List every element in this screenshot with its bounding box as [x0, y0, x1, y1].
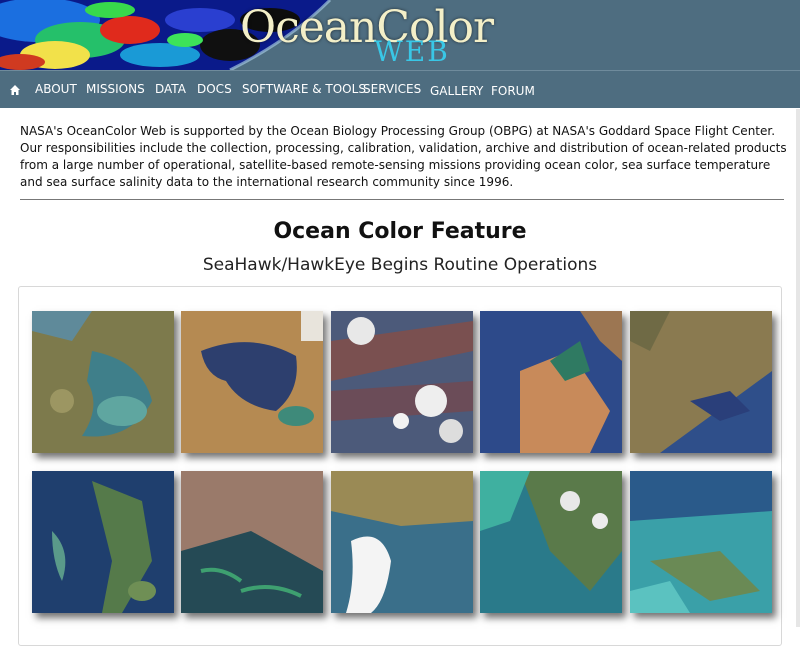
nav-forum[interactable]: FORUM: [491, 84, 535, 98]
gallery-image-3[interactable]: [331, 311, 473, 453]
banner-subtitle: WEB: [374, 35, 450, 68]
nav-about[interactable]: ABOUT: [35, 82, 77, 96]
feature-title: Ocean Color Feature: [273, 219, 527, 244]
banner-title: OceanColor: [240, 2, 494, 53]
home-icon[interactable]: [9, 84, 21, 96]
feature-subtitle: SeaHawk/HawkEye Begins Routine Operation…: [202, 255, 598, 275]
nav-missions[interactable]: MISSIONS: [86, 82, 145, 96]
nav-services[interactable]: SERVICES: [363, 82, 421, 96]
nav-gallery[interactable]: GALLERY: [430, 84, 483, 98]
image-gallery: [18, 286, 782, 646]
nav-data[interactable]: DATA: [155, 82, 186, 96]
gallery-image-9[interactable]: [480, 471, 622, 613]
main-navigation: ABOUT MISSIONS DATA DOCS SOFTWARE & TOOL…: [0, 70, 800, 108]
gallery-image-2[interactable]: [181, 311, 323, 453]
gallery-image-1[interactable]: [32, 311, 174, 453]
gallery-image-4[interactable]: [480, 311, 622, 453]
intro-paragraph: NASA's OceanColor Web is supported by th…: [20, 124, 787, 189]
site-banner[interactable]: OceanColor WEB: [0, 0, 800, 70]
nav-docs[interactable]: DOCS: [197, 82, 232, 96]
gallery-image-8[interactable]: [331, 471, 473, 613]
gallery-image-6[interactable]: [32, 471, 174, 613]
section-divider: [20, 199, 784, 200]
page-scrollbar[interactable]: [796, 109, 800, 627]
gallery-image-10[interactable]: [630, 471, 772, 613]
gallery-image-7[interactable]: [181, 471, 323, 613]
nav-software-tools[interactable]: SOFTWARE & TOOLS: [242, 82, 366, 96]
gallery-image-5[interactable]: [630, 311, 772, 453]
